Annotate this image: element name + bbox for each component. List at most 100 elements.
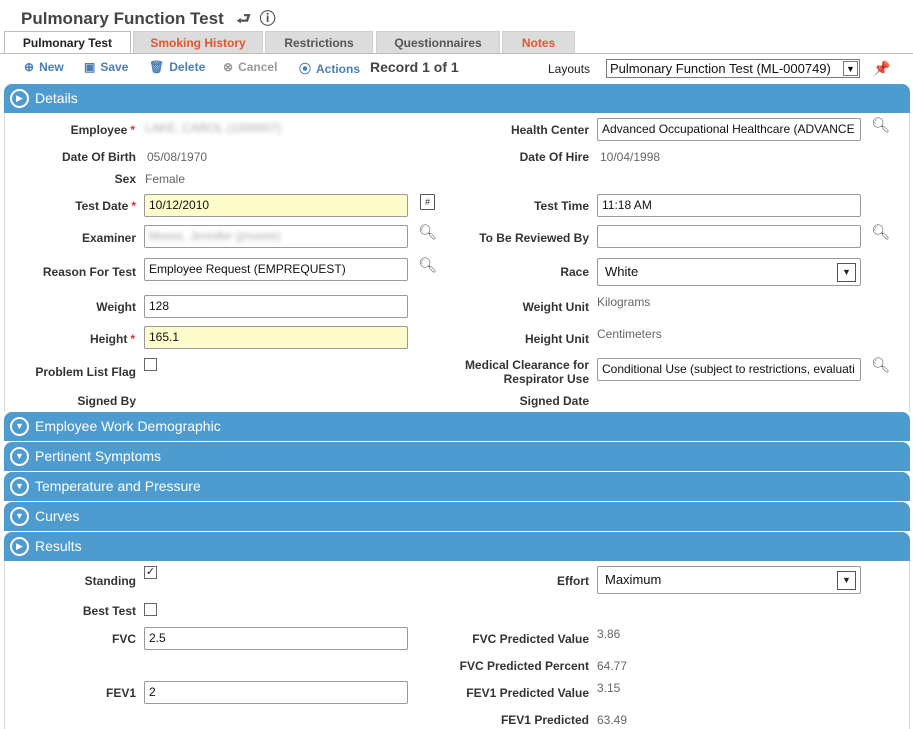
fev1-label: FEV1 xyxy=(105,686,136,700)
layout-select[interactable]: Pulmonary Function Test (ML-000749) ▼ xyxy=(606,59,860,78)
section-curves-label: Curves xyxy=(35,508,80,524)
signed-date-label: Signed Date xyxy=(519,394,589,408)
clearance-input[interactable]: Conditional Use (subject to restrictions… xyxy=(597,358,861,381)
cancel-icon: ⊗ xyxy=(223,60,234,74)
section-results[interactable]: ▶ Results xyxy=(4,532,910,561)
fev1-predicted-value: 3.15 xyxy=(597,681,621,695)
best-test-checkbox[interactable] xyxy=(144,603,157,616)
actions-label: Actions xyxy=(316,62,361,76)
fvc-predicted-label: FVC Predicted Value xyxy=(472,632,589,646)
effort-select[interactable]: Maximum ▼ xyxy=(597,566,861,594)
play-circle-icon: ⦿ xyxy=(299,62,312,76)
tab-restrictions[interactable]: Restrictions xyxy=(265,31,373,53)
tab-smoking-history[interactable]: Smoking History xyxy=(133,31,263,53)
reason-label: Reason For Test xyxy=(42,265,136,279)
cancel-button[interactable]: ⊗ Cancel xyxy=(223,60,277,74)
fev1-input[interactable]: 2 xyxy=(144,681,408,704)
weight-input[interactable]: 128 xyxy=(144,295,408,318)
health-center-search-icon[interactable]: 🔍︎ xyxy=(871,116,890,134)
fev1-predicted-label: FEV1 Predicted Value xyxy=(466,686,589,700)
chevron-down-icon: ▼ xyxy=(843,61,858,76)
section-details[interactable]: ▶ Details xyxy=(4,84,910,113)
info-icon[interactable]: ⓘ xyxy=(260,11,276,28)
dob-label: Date Of Birth xyxy=(61,150,136,164)
reason-search-icon[interactable]: 🔍︎ xyxy=(418,256,437,274)
examiner-input[interactable]: Moore, Jennifer (jmoore) xyxy=(144,225,408,248)
height-label: Height * xyxy=(89,332,135,346)
layouts-label: Layouts xyxy=(548,62,591,76)
expand-icon: ▶ xyxy=(10,537,29,556)
test-time-input[interactable]: 11:18 AM xyxy=(597,194,861,217)
layout-select-value: Pulmonary Function Test (ML-000749) xyxy=(610,61,831,76)
expand-icon: ▼ xyxy=(10,417,29,436)
save-button[interactable]: ▣ Save xyxy=(84,60,128,74)
clearance-label: Medical Clearance for Respirator Use xyxy=(440,358,589,386)
standing-label: Standing xyxy=(84,574,136,588)
best-test-label: Best Test xyxy=(82,604,136,618)
standing-checkbox[interactable]: ✓ xyxy=(144,566,157,579)
tab-questionnaires[interactable]: Questionnaires xyxy=(376,31,500,53)
section-curves[interactable]: ▼ Curves xyxy=(4,502,910,531)
sex-label: Sex xyxy=(114,172,136,186)
weight-unit-value: Kilograms xyxy=(597,295,651,309)
examiner-value: Moore, Jennifer (jmoore) xyxy=(149,229,281,243)
section-pertinent-symptoms[interactable]: ▼ Pertinent Symptoms xyxy=(4,442,910,471)
plus-icon: ⊕ xyxy=(24,60,35,74)
undo-icon[interactable]: ⮐ xyxy=(237,11,251,28)
fev1-percent-label: FEV1 Predicted xyxy=(500,713,589,727)
save-icon: ▣ xyxy=(84,60,96,74)
pin-icon[interactable]: 📌 xyxy=(873,60,890,77)
test-date-label: Test Date * xyxy=(75,199,136,213)
expand-icon: ▶ xyxy=(10,89,29,108)
section-symptoms-label: Pertinent Symptoms xyxy=(35,448,162,464)
reason-input[interactable]: Employee Request (EMPREQUEST) xyxy=(144,258,408,281)
section-details-label: Details xyxy=(35,90,78,106)
fvc-percent-label: FVC Predicted Percent xyxy=(459,659,589,673)
examiner-search-icon[interactable]: 🔍︎ xyxy=(418,223,437,241)
doh-label: Date Of Hire xyxy=(519,150,589,164)
section-results-label: Results xyxy=(35,538,82,554)
sex-value: Female xyxy=(145,172,186,186)
signed-by-label: Signed By xyxy=(77,394,136,408)
expand-icon: ▼ xyxy=(10,477,29,496)
delete-label: Delete xyxy=(169,60,206,74)
fvc-percent-value: 64.77 xyxy=(597,659,628,673)
chevron-down-icon: ▼ xyxy=(837,571,856,590)
race-label: Race xyxy=(560,265,589,279)
section-work-demographic[interactable]: ▼ Employee Work Demographic xyxy=(4,412,910,441)
clearance-label-line1: Medical Clearance for xyxy=(464,358,589,372)
section-work-demographic-label: Employee Work Demographic xyxy=(35,418,221,434)
effort-label: Effort xyxy=(557,574,589,588)
delete-button[interactable]: 🗑 Delete xyxy=(149,60,205,74)
section-temperature-label: Temperature and Pressure xyxy=(35,478,201,494)
actions-button[interactable]: ⦿ Actions xyxy=(299,60,360,77)
expand-icon: ▼ xyxy=(10,447,29,466)
fev1-percent-value: 63.49 xyxy=(597,713,628,727)
health-center-input[interactable]: Advanced Occupational Healthcare (ADVANC… xyxy=(597,118,861,141)
calendar-icon[interactable]: # xyxy=(420,194,435,210)
problem-list-label: Problem List Flag xyxy=(35,365,136,379)
tab-notes[interactable]: Notes xyxy=(502,31,575,53)
height-input[interactable]: 165.1 xyxy=(144,326,408,349)
tab-pulmonary-test[interactable]: Pulmonary Test xyxy=(4,31,131,54)
tab-divider xyxy=(0,53,913,54)
race-select[interactable]: White ▼ xyxy=(597,258,861,286)
reviewed-by-input[interactable] xyxy=(597,225,861,248)
reviewed-by-label: To Be Reviewed By xyxy=(479,231,589,245)
new-button[interactable]: ⊕ New xyxy=(24,60,64,74)
weight-label: Weight xyxy=(96,300,136,314)
fvc-input[interactable]: 2.5 xyxy=(144,627,408,650)
test-time-label: Test Time xyxy=(534,199,589,213)
trash-icon: 🗑 xyxy=(149,60,165,74)
clearance-search-icon[interactable]: 🔍︎ xyxy=(871,356,890,374)
health-center-label: Health Center xyxy=(510,123,589,137)
reviewed-by-search-icon[interactable]: 🔍︎ xyxy=(871,223,890,241)
page-title-text: Pulmonary Function Test xyxy=(21,9,224,28)
test-date-input[interactable]: 10/12/2010 xyxy=(144,194,408,217)
examiner-label: Examiner xyxy=(81,231,136,245)
doh-value: 10/04/1998 xyxy=(600,150,661,164)
section-temperature-pressure[interactable]: ▼ Temperature and Pressure xyxy=(4,472,910,501)
problem-list-checkbox[interactable] xyxy=(144,358,157,371)
dob-value: 05/08/1970 xyxy=(147,150,208,164)
height-unit-label: Height Unit xyxy=(525,332,589,346)
